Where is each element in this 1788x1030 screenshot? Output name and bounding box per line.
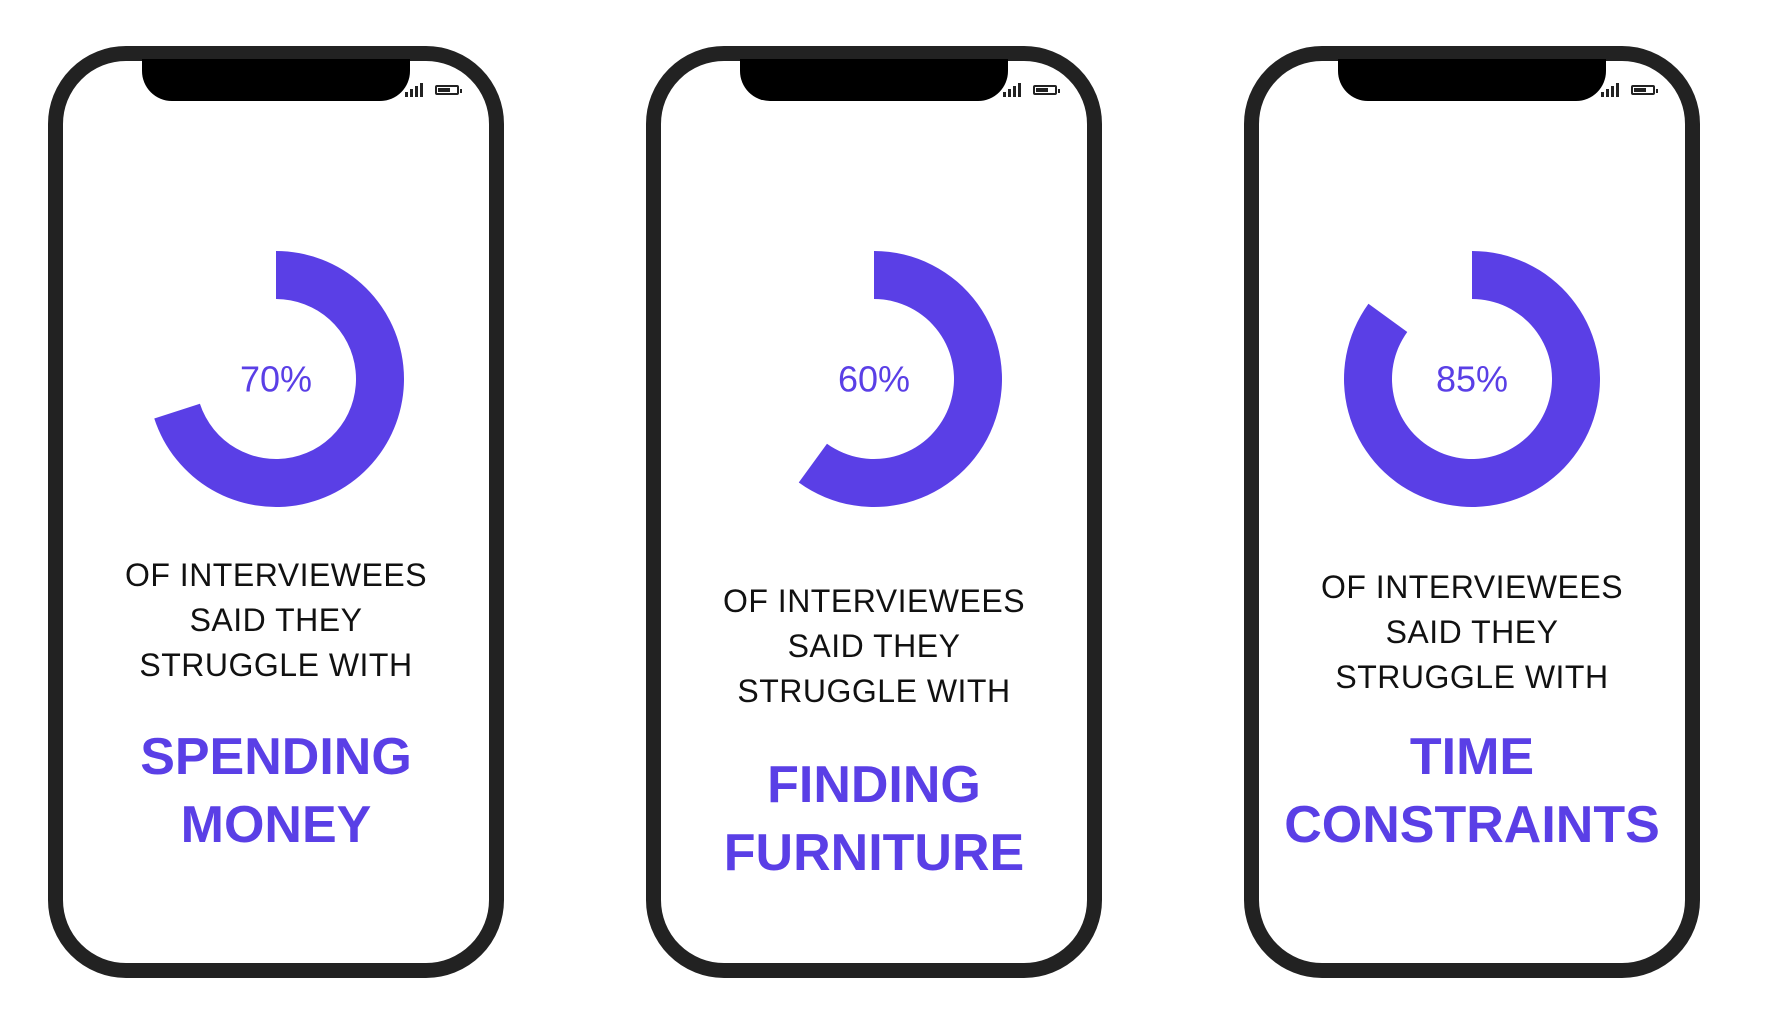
- description-text: OF INTERVIEWEES SAID THEY STRUGGLE WITH: [63, 553, 489, 688]
- topic-line: FINDING: [767, 756, 981, 814]
- donut-chart: 85%: [1344, 251, 1600, 507]
- percent-label: 70%: [240, 359, 312, 400]
- donut-chart: 60%: [798, 251, 1002, 507]
- signal-icon: [1601, 83, 1619, 97]
- battery-icon: [1033, 85, 1060, 95]
- description-line: OF INTERVIEWEES: [722, 583, 1026, 619]
- phone-card-3: 85% OF INTERVIEWEES SAID THEY STRUGGLE W…: [1244, 46, 1700, 978]
- description-line: OF INTERVIEWEES: [1320, 569, 1624, 605]
- phone-notch: [1338, 59, 1606, 101]
- percent-label: 60%: [838, 359, 910, 400]
- description-line: SAID THEY: [1385, 614, 1559, 650]
- battery-icon: [435, 85, 462, 95]
- topic-line: CONSTRAINTS: [1284, 796, 1660, 854]
- phone-notch: [740, 59, 1008, 101]
- signal-icon: [1003, 83, 1021, 97]
- description-line: STRUGGLE WITH: [1335, 659, 1609, 695]
- donut-chart: 70%: [154, 251, 404, 507]
- description-line: SAID THEY: [787, 628, 961, 664]
- topic-line: SPENDING: [140, 728, 412, 786]
- topic-text: TIME CONSTRAINTS: [1259, 723, 1685, 859]
- status-bar: [1601, 83, 1658, 97]
- topic-line: TIME: [1409, 728, 1535, 786]
- topic-line: FURNITURE: [723, 824, 1025, 882]
- topic-text: FINDING FURNITURE: [661, 751, 1087, 887]
- description-line: OF INTERVIEWEES: [124, 557, 428, 593]
- topic-text: SPENDING MONEY: [63, 723, 489, 859]
- topic-line: MONEY: [180, 796, 372, 854]
- description-text: OF INTERVIEWEES SAID THEY STRUGGLE WITH: [1259, 565, 1685, 700]
- battery-icon: [1631, 85, 1658, 95]
- description-line: STRUGGLE WITH: [139, 647, 413, 683]
- description-text: OF INTERVIEWEES SAID THEY STRUGGLE WITH: [661, 579, 1087, 714]
- percent-label: 85%: [1436, 359, 1508, 400]
- phone-notch: [142, 59, 410, 101]
- phone-card-2: 60% OF INTERVIEWEES SAID THEY STRUGGLE W…: [646, 46, 1102, 978]
- status-bar: [405, 83, 462, 97]
- signal-icon: [405, 83, 423, 97]
- description-line: STRUGGLE WITH: [737, 673, 1011, 709]
- phone-card-1: 70% OF INTERVIEWEES SAID THEY STRUGGLE W…: [48, 46, 504, 978]
- status-bar: [1003, 83, 1060, 97]
- description-line: SAID THEY: [189, 602, 363, 638]
